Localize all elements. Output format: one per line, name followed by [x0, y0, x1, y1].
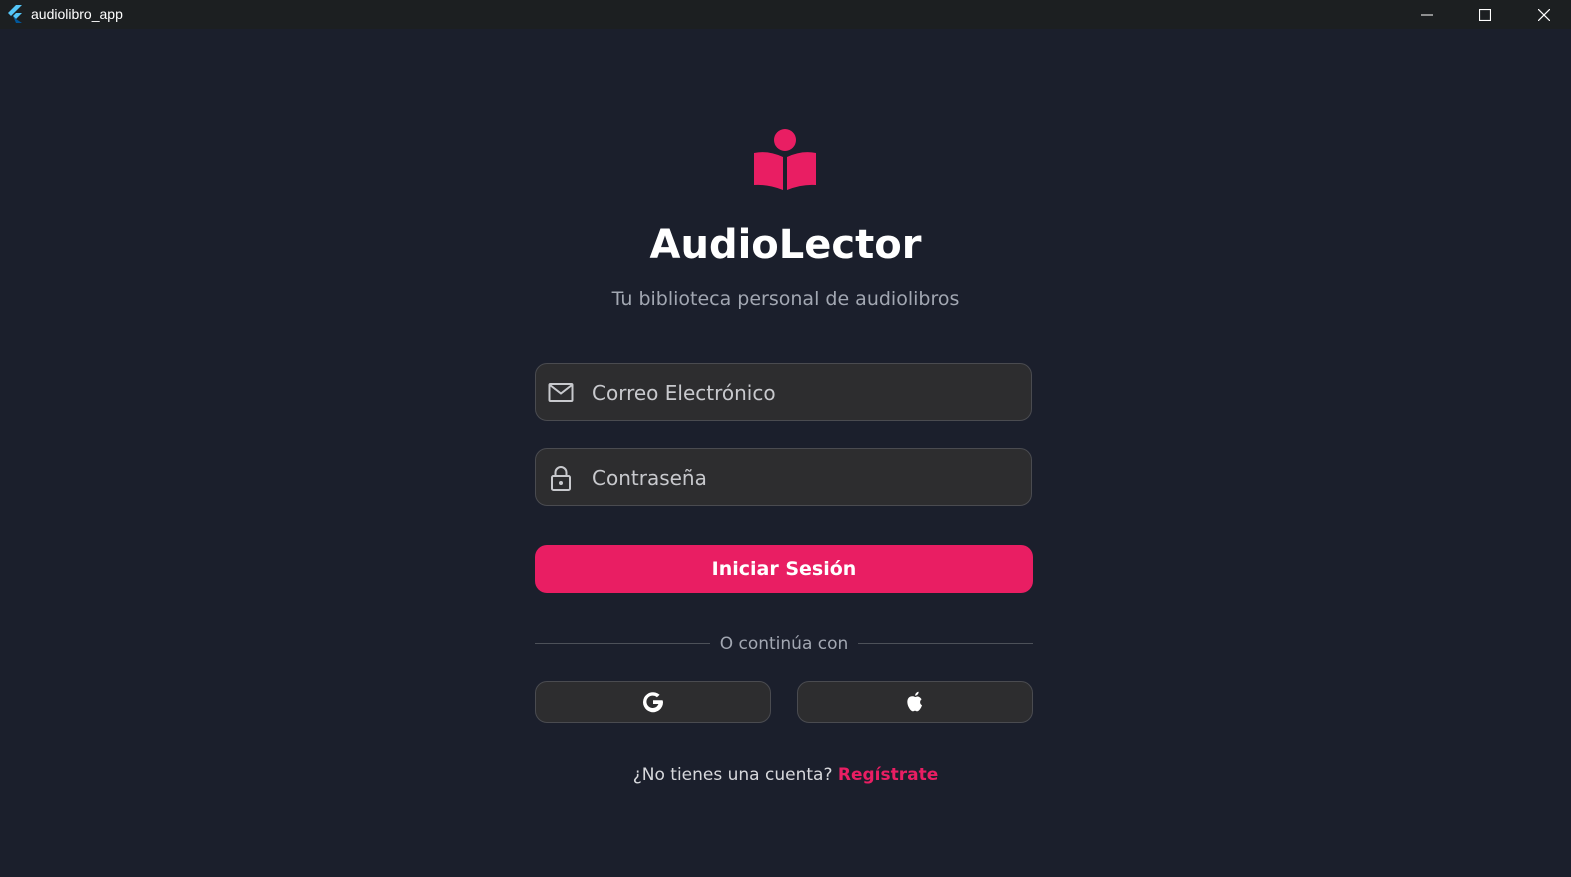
google-icon [643, 692, 664, 713]
reading-book-icon [754, 129, 816, 190]
email-field[interactable] [535, 363, 1032, 422]
flutter-icon [8, 5, 22, 23]
app-title: AudioLector [649, 222, 922, 268]
title-bar: audiolibro_app [0, 0, 1571, 29]
mail-icon [548, 383, 574, 402]
google-login-button[interactable] [535, 681, 771, 723]
minimize-icon [1421, 14, 1433, 15]
signup-row: ¿No tienes una cuenta? Regístrate [0, 765, 1571, 785]
close-button[interactable] [1521, 0, 1567, 29]
email-input[interactable] [590, 364, 1024, 422]
lock-icon [551, 466, 571, 491]
signup-prompt: ¿No tienes una cuenta? [632, 765, 833, 785]
apple-login-button[interactable] [797, 681, 1033, 723]
window-title: audiolibro_app [31, 6, 123, 22]
login-button[interactable]: Iniciar Sesión [535, 545, 1033, 593]
divider-right [858, 643, 1033, 644]
maximize-icon [1479, 8, 1491, 21]
divider-left [535, 643, 710, 644]
password-input[interactable] [590, 449, 1024, 507]
signup-link[interactable]: Regístrate [838, 765, 938, 785]
close-icon [1538, 8, 1550, 21]
app-tagline: Tu biblioteca personal de audiolibros [611, 288, 960, 310]
login-screen: AudioLector Tu biblioteca personal de au… [0, 29, 1571, 877]
divider-text: O continúa con [719, 634, 849, 654]
password-field[interactable] [535, 448, 1032, 507]
apple-icon [907, 691, 922, 712]
maximize-button[interactable] [1462, 0, 1508, 29]
minimize-button[interactable] [1404, 0, 1450, 29]
